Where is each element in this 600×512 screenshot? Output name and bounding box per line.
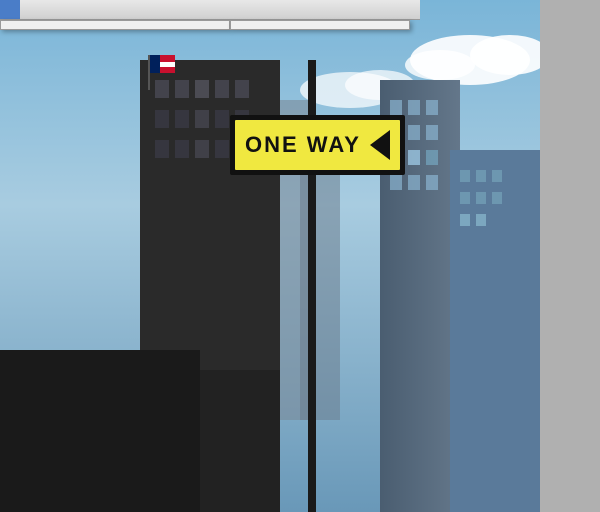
background-image [0,0,600,512]
edit-menu [0,20,230,30]
transform-submenu [230,20,410,30]
right-panel [540,0,600,512]
menu-bar-edit-title[interactable] [0,0,20,19]
menu-bar [0,0,420,20]
